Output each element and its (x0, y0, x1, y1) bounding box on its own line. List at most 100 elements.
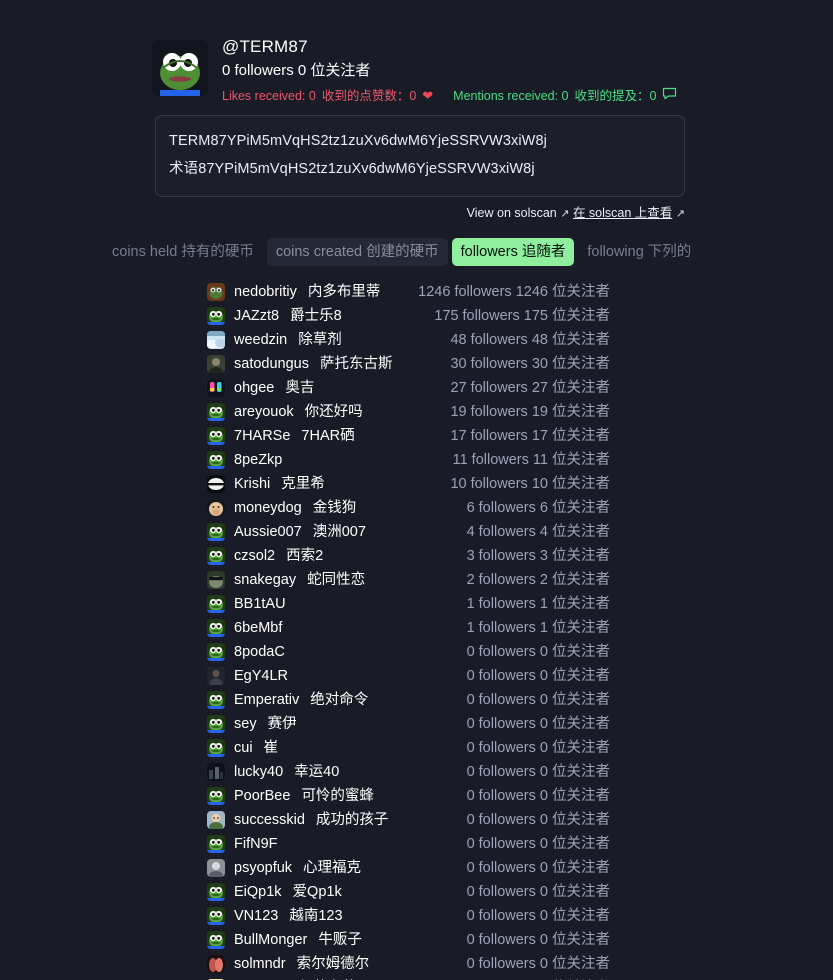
follower-username-zh: 西索2 (286, 548, 324, 564)
follower-row[interactable]: EgY4LR 0 followers 0 位关注者 (0, 664, 833, 688)
follower-username-zh: 可怜的蜜蜂 (301, 788, 374, 804)
follower-username: areyouok (234, 404, 294, 420)
tab-following[interactable]: following 下列的 (578, 238, 700, 266)
follower-identity: PoorBee 可怜的蜜蜂 (207, 786, 467, 806)
follower-row[interactable]: areyouok 你还好吗 19 followers 19 位关注者 (0, 400, 833, 424)
wallet-address-en: TERM87YPiM5mVqHS2tz1zuXv6dwM6YjeSSRVW3xi… (169, 133, 547, 149)
follower-count: 0 followers 0 位关注者 (466, 932, 610, 948)
follower-row[interactable]: 8peZkp 11 followers 11 位关注者 (0, 448, 833, 472)
follower-row[interactable]: 6beMbf 1 followers 1 位关注者 (0, 616, 833, 640)
follower-identity: EiQp1k 爱Qp1k (207, 882, 467, 902)
solscan-link-row: View on solscan ↗ 在 solscan 上查看 ↗ (155, 205, 685, 222)
follower-row[interactable]: Emperativ 绝对命令 0 followers 0 位关注者 (0, 688, 833, 712)
follower-count: 0 followers 0 位关注者 (466, 716, 610, 732)
white-mask-avatar (207, 475, 225, 493)
follower-count: 0 followers 0 位关注者 (466, 884, 610, 900)
success-kid-avatar (207, 811, 225, 829)
pepe-frog-avatar (152, 40, 208, 96)
follower-row[interactable]: weedzin 除草剂 48 followers 48 位关注者 (0, 328, 833, 352)
dark-portrait-avatar (207, 667, 225, 685)
pepe-frog-avatar (207, 547, 225, 565)
follower-identity: Emperativ 绝对命令 (207, 690, 467, 710)
follower-identity: BullMonger 牛贩子 (207, 930, 467, 950)
profile-handle: @TERM87 (222, 37, 308, 56)
follower-username: czsol2 (234, 548, 276, 564)
follower-row[interactable]: 7HARSe 7HAR硒 17 followers 17 位关注者 (0, 424, 833, 448)
follower-row[interactable]: moneydog 金钱狗 6 followers 6 位关注者 (0, 496, 833, 520)
speech-bubble-icon (662, 87, 677, 104)
pepe-frog-avatar (207, 739, 225, 757)
tab-coins-held[interactable]: coins held 持有的硬币 (103, 238, 263, 266)
follower-identity: lucky40 幸运40 (207, 762, 467, 782)
tab-coins-created[interactable]: coins created 创建的硬币 (266, 238, 448, 266)
pepe-frog-avatar (207, 907, 225, 925)
follower-row[interactable]: EiQp1k 爱Qp1k 0 followers 0 位关注者 (0, 880, 833, 904)
follower-row[interactable]: ohgee 奥吉 27 followers 27 位关注者 (0, 376, 833, 400)
pepe-frog-avatar (207, 427, 225, 445)
follower-row[interactable]: psyopfuk 心理福克 0 followers 0 位关注者 (0, 856, 833, 880)
follower-row[interactable]: cui 崔 0 followers 0 位关注者 (0, 736, 833, 760)
follower-count: 0 followers 0 位关注者 (466, 956, 610, 972)
follower-username: 7HARSe (234, 428, 291, 444)
view-on-solscan-link-en[interactable]: View on solscan (467, 206, 557, 220)
follower-count: 3 followers 3 位关注者 (466, 548, 610, 564)
follower-username: 8podaC (234, 644, 285, 660)
follower-row[interactable]: 8podaC 0 followers 0 位关注者 (0, 640, 833, 664)
follower-row[interactable]: VN123 越南123 0 followers 0 位关注者 (0, 904, 833, 928)
external-link-arrow-icon-zh: ↗ (675, 208, 685, 220)
tab-label: coins created 创建的硬币 (275, 244, 439, 260)
pepe-frog-avatar (207, 787, 225, 805)
likes-received-en: Likes received: 0 (222, 88, 316, 103)
follower-identity: FifN9F (207, 834, 467, 854)
follower-username-zh: 萨托东古斯 (319, 356, 393, 372)
follower-username-zh: 克里希 (281, 476, 325, 492)
follower-identity: nedobritiy 内多布里蒂 (207, 282, 418, 302)
follower-username: nedobritiy (234, 284, 297, 300)
follower-count: 1246 followers 1246 位关注者 (418, 284, 610, 300)
follower-row[interactable]: satodungus 萨托东古斯 30 followers 30 位关注者 (0, 352, 833, 376)
follower-username: moneydog (234, 500, 302, 516)
tab-label: following 下列的 (587, 244, 692, 260)
follower-row[interactable]: successkid 成功的孩子 0 followers 0 位关注者 (0, 808, 833, 832)
follower-row[interactable]: solmndr 索尔姆德尔 0 followers 0 位关注者 (0, 952, 833, 976)
snow-photo-avatar (207, 331, 225, 349)
follower-row[interactable]: sey 赛伊 0 followers 0 位关注者 (0, 712, 833, 736)
follower-row[interactable]: snakegay 蛇同性恋 2 followers 2 位关注者 (0, 568, 833, 592)
follower-username: lucky40 (234, 764, 284, 780)
follower-row[interactable]: %isunaisu伊苏奈苏0 followers 0 位关注者 (0, 976, 833, 980)
follower-row[interactable]: Krishi 克里希 10 followers 10 位关注者 (0, 472, 833, 496)
gray-portrait-avatar (207, 859, 225, 877)
follower-identity: ohgee 奥吉 (207, 378, 450, 398)
follower-username: EgY4LR (234, 668, 289, 684)
follower-count: 0 followers 0 位关注者 (466, 692, 610, 708)
follower-row[interactable]: Aussie007 澳洲007 4 followers 4 位关注者 (0, 520, 833, 544)
follower-count: 6 followers 6 位关注者 (466, 500, 610, 516)
follower-row[interactable]: PoorBee 可怜的蜜蜂 0 followers 0 位关注者 (0, 784, 833, 808)
follower-count: 0 followers 0 位关注者 (466, 860, 610, 876)
follower-identity: 8peZkp (207, 450, 453, 470)
follower-row[interactable]: BB1tAU 1 followers 1 位关注者 (0, 592, 833, 616)
follower-row[interactable]: FifN9F 0 followers 0 位关注者 (0, 832, 833, 856)
profile-stats-line: Likes received: 0 收到的点赞数：0 ❤ Mentions re… (222, 87, 677, 104)
heart-icon: ❤ (422, 88, 434, 103)
follower-row[interactable]: nedobritiy 内多布里蒂 1246 followers 1246 位关注者 (0, 280, 833, 304)
follower-row[interactable]: lucky40 幸运40 0 followers 0 位关注者 (0, 760, 833, 784)
follower-username-zh: 除草剂 (298, 332, 342, 348)
follower-identity: VN123 越南123 (207, 906, 467, 926)
wallet-address-box[interactable]: TERM87YPiM5mVqHS2tz1zuXv6dwM6YjeSSRVW3xi… (155, 115, 685, 197)
follower-identity: EgY4LR (207, 666, 467, 686)
follower-username-zh: 索尔姆德尔 (296, 956, 370, 972)
follower-row[interactable]: JAZzt8 爵士乐8 175 followers 175 位关注者 (0, 304, 833, 328)
mentions-received-en: Mentions received: 0 (453, 88, 569, 103)
view-on-solscan-link-zh[interactable]: 在 solscan 上查看 (573, 206, 672, 220)
follower-count: 0 followers 0 位关注者 (466, 812, 610, 828)
follower-row[interactable]: czsol2 西索2 3 followers 3 位关注者 (0, 544, 833, 568)
follower-identity: moneydog 金钱狗 (207, 498, 467, 518)
profile-tabs: coins held 持有的硬币 coins created 创建的硬币 follo… (0, 222, 833, 266)
follower-username-zh: 7HAR硒 (301, 428, 355, 444)
follower-row[interactable]: BullMonger 牛贩子 0 followers 0 位关注者 (0, 928, 833, 952)
follower-username-zh: 蛇同性恋 (307, 572, 366, 588)
external-link-arrow-icon: ↗ (560, 208, 570, 220)
pepe-frog-avatar (207, 835, 225, 853)
tab-followers[interactable]: followers 追随者 (451, 238, 575, 266)
